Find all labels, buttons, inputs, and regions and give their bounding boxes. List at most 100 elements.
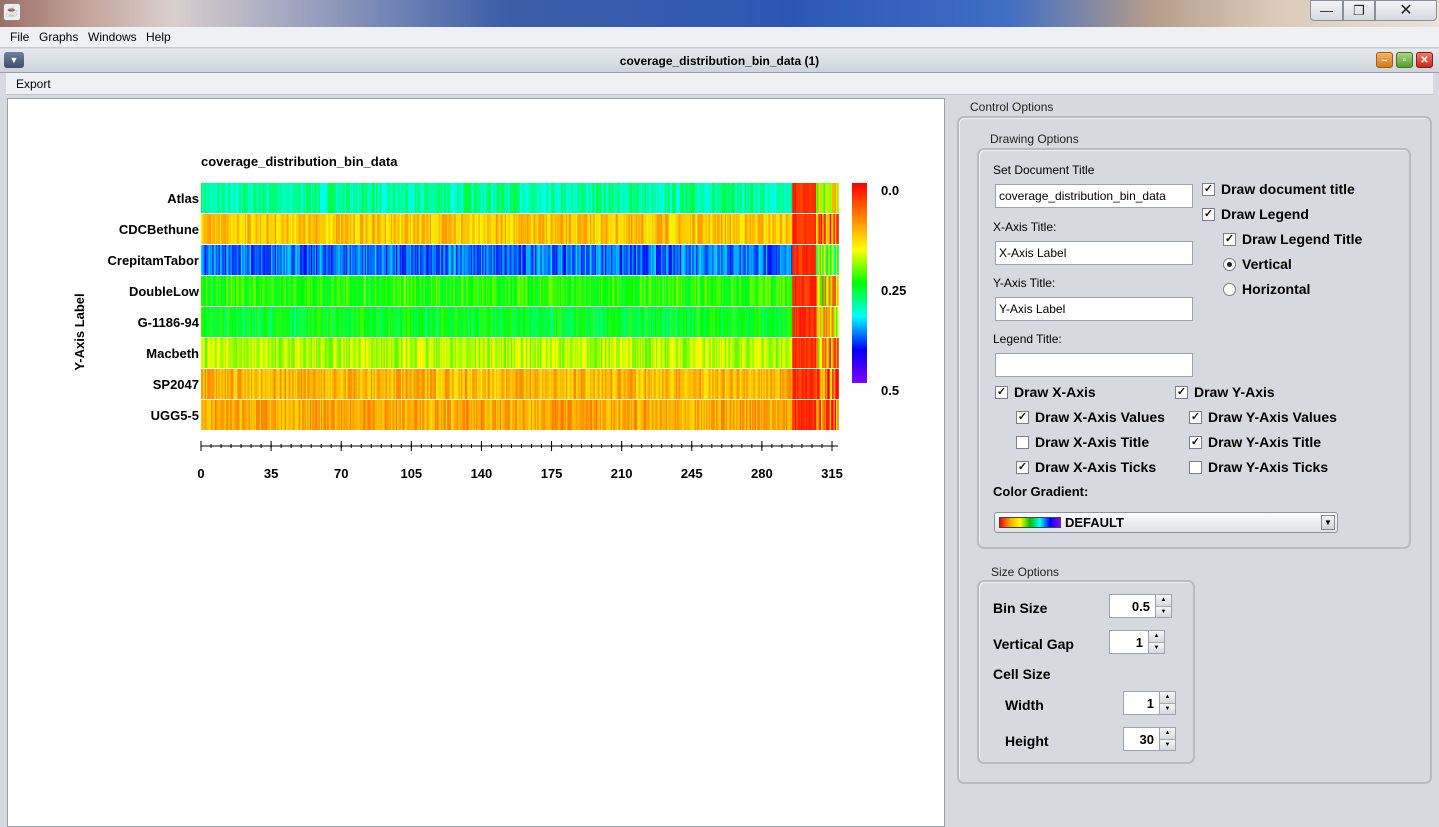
frame-menu-dropdown-icon[interactable]: ▼ [4,52,24,68]
frame-minimize-button[interactable]: – [1376,52,1393,68]
y-tick-label: Atlas [167,191,199,206]
checkbox-checked-icon: ✓ [1175,385,1188,399]
vertical-radio[interactable]: Vertical [1223,256,1292,272]
draw-legend-checkbox[interactable]: ✓ Draw Legend [1202,206,1309,222]
menu-graphs[interactable]: Graphs [39,30,78,44]
spinner-down-icon[interactable]: ▼ [1156,606,1171,617]
vertical-gap-label: Vertical Gap [993,636,1074,652]
horizontal-label: Horizontal [1242,281,1311,297]
spinner-down-icon[interactable]: ▼ [1160,703,1175,714]
maximize-button[interactable]: ❐ [1343,0,1375,21]
draw-x-axis-values-label: Draw X-Axis Values [1035,409,1165,425]
checkbox-checked-icon: ✓ [1016,410,1029,424]
checkbox-checked-icon: ✓ [995,385,1008,399]
internal-frame-title-bar: coverage_distribution_bin_data (1) ▼ – ▫… [0,49,1439,73]
spinner-up-icon[interactable]: ▲ [1160,692,1175,704]
draw-document-title-checkbox[interactable]: ✓ Draw document title [1202,181,1355,197]
draw-y-axis-label: Draw Y-Axis [1194,384,1275,400]
y-tick-label: CDCBethune [119,222,199,237]
legend-title-input[interactable] [995,353,1193,377]
cell-width-spinner[interactable]: 1 ▲ ▼ [1123,691,1176,715]
checkbox-checked-icon: ✓ [1016,460,1029,474]
x-tick-label: 245 [681,466,703,481]
heatmap-cell [837,307,839,337]
checkbox-checked-icon: ✓ [1202,207,1215,221]
heatmap-chart: coverage_distribution_bin_data Y-Axis Lab… [72,154,906,481]
y-axis-title: Y-Axis Label [72,293,87,370]
vertical-label: Vertical [1242,256,1292,272]
draw-x-axis-ticks-checkbox[interactable]: ✓ Draw X-Axis Ticks [1016,459,1156,475]
legend-tick-label: 0.5 [881,383,899,398]
checkbox-checked-icon: ✓ [1202,182,1215,196]
bin-size-spinner[interactable]: 0.5 ▲ ▼ [1109,594,1172,618]
draw-y-axis-title-checkbox[interactable]: ✓ Draw Y-Axis Title [1189,434,1321,450]
cell-width-label: Width [1005,697,1044,713]
drawing-options-group: Set Document Title coverage_distribution… [977,148,1411,549]
cell-height-value[interactable]: 30 [1123,727,1160,751]
spinner-up-icon[interactable]: ▲ [1149,631,1164,643]
x-tick-label: 280 [751,466,773,481]
draw-y-axis-values-checkbox[interactable]: ✓ Draw Y-Axis Values [1189,409,1337,425]
size-options-group: Bin Size 0.5 ▲ ▼ Vertical Gap 1 ▲ ▼ Cell S… [977,580,1195,764]
x-axis-title-label: X-Axis Title: [993,220,1057,234]
chevron-down-icon[interactable]: ▼ [1321,515,1335,530]
close-button[interactable]: ✕ [1375,0,1437,21]
legend-tick-label: 0.0 [881,183,899,198]
horizontal-radio[interactable]: Horizontal [1223,281,1310,297]
menu-windows[interactable]: Windows [88,30,137,44]
cell-height-spinner[interactable]: 30 ▲ ▼ [1123,727,1176,751]
x-tick-label: 0 [197,466,204,481]
color-gradient-value: DEFAULT [1065,515,1124,530]
y-axis-title-input[interactable]: Y-Axis Label [995,297,1193,321]
menu-export[interactable]: Export [16,77,51,91]
spinner-up-icon[interactable]: ▲ [1160,728,1175,740]
x-axis-title-input[interactable]: X-Axis Label [995,241,1193,265]
vertical-gap-value[interactable]: 1 [1109,630,1149,654]
drawing-options-title: Drawing Options [990,132,1079,146]
x-tick-label: 175 [541,466,563,481]
draw-x-axis-checkbox[interactable]: ✓ Draw X-Axis [995,384,1096,400]
y-tick-label: G-1186-94 [138,315,200,330]
spinner-down-icon[interactable]: ▼ [1149,642,1164,653]
menu-help[interactable]: Help [146,30,171,44]
draw-legend-title-label: Draw Legend Title [1242,231,1363,247]
y-tick-label: Macbeth [146,346,199,361]
frame-close-button[interactable]: ✕ [1416,52,1433,68]
cell-width-value[interactable]: 1 [1123,691,1160,715]
spinner-down-icon[interactable]: ▼ [1160,739,1175,750]
menu-file[interactable]: File [10,30,29,44]
x-tick-label: 105 [400,466,422,481]
internal-frame-title: coverage_distribution_bin_data (1) [619,54,820,68]
checkbox-checked-icon: ✓ [1223,232,1236,246]
cell-height-label: Height [1005,733,1049,749]
bin-size-value[interactable]: 0.5 [1109,594,1156,618]
cell-size-label: Cell Size [993,666,1051,682]
y-axis-title-label: Y-Axis Title: [993,276,1056,290]
minimize-button[interactable]: — [1310,0,1343,21]
draw-x-axis-title-checkbox[interactable]: Draw X-Axis Title [1016,434,1149,450]
heatmap-cell [837,183,839,213]
vertical-gap-spinner[interactable]: 1 ▲ ▼ [1109,630,1165,654]
color-gradient-dropdown[interactable]: DEFAULT ▼ [994,512,1338,533]
y-tick-label: CrepitamTabor [108,253,200,268]
document-title-input[interactable]: coverage_distribution_bin_data [995,184,1193,208]
draw-legend-title-checkbox[interactable]: ✓ Draw Legend Title [1223,231,1362,247]
y-tick-label: UGG5-5 [151,408,199,423]
y-tick-label: SP2047 [153,377,199,392]
heatmap-cell [837,369,839,399]
frame-maximize-button[interactable]: ▫ [1396,52,1413,68]
draw-x-axis-values-checkbox[interactable]: ✓ Draw X-Axis Values [1016,409,1165,425]
set-document-title-label: Set Document Title [993,163,1095,177]
draw-y-axis-ticks-checkbox[interactable]: Draw Y-Axis Ticks [1189,459,1328,475]
x-tick-label: 70 [334,466,348,481]
draw-x-axis-label: Draw X-Axis [1014,384,1096,400]
draw-y-axis-checkbox[interactable]: ✓ Draw Y-Axis [1175,384,1275,400]
main-menu-bar: File Graphs Windows Help [0,27,1439,48]
spinner-up-icon[interactable]: ▲ [1156,595,1171,607]
x-tick-label: 140 [471,466,493,481]
checkbox-unchecked-icon [1016,435,1029,449]
radio-selected-icon [1223,257,1236,271]
checkbox-checked-icon: ✓ [1189,410,1202,424]
heatmap-cell [837,338,839,368]
checkbox-checked-icon: ✓ [1189,435,1202,449]
